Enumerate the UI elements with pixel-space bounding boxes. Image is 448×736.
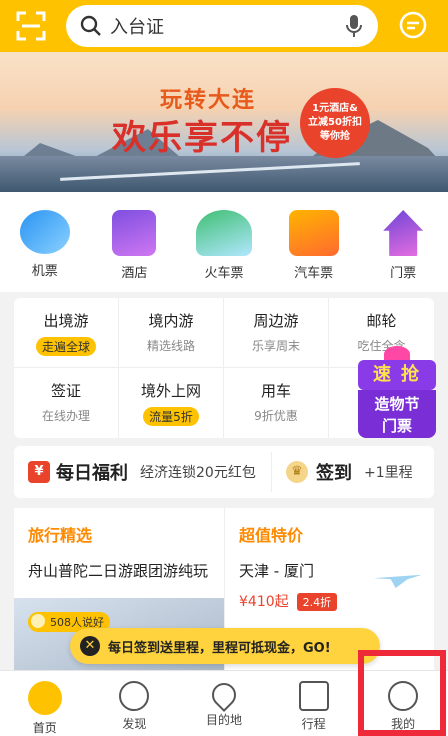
banner-city [0, 156, 448, 192]
grid-item-title: 境外上网 [140, 382, 201, 400]
category-label: 汽车票 [294, 266, 334, 281]
welfare-title: 每日福利 [56, 463, 128, 484]
card-heading: 超值特价 [239, 526, 304, 545]
top-bar: 入台证 [0, 0, 448, 52]
deal-price-row: ¥410起 2.4折 [239, 591, 434, 611]
daily-bar: ¥ 每日福利 经济连锁20元红包 ♛ 签到 +1里程 [14, 446, 434, 498]
category-row: 机票 酒店 火车票 汽车票 门票 [0, 192, 448, 292]
location-pin-icon [207, 678, 241, 712]
category-buses[interactable]: 汽车票 [274, 210, 354, 292]
floating-promo-body: 造物节 门票 [358, 390, 436, 438]
tab-label: 目的地 [205, 713, 242, 727]
category-trains[interactable]: 火车票 [184, 210, 264, 292]
sign-in-toast[interactable]: ✕ 每日签到送里程，里程可抵现金，GO! [70, 628, 380, 664]
card-desc: 舟山普陀二日游跟团游纯玩 [28, 562, 209, 580]
plane-icon [19, 210, 70, 254]
floating-promo-line: 门票 [381, 417, 412, 435]
promo-line: 1元酒店& [312, 103, 358, 114]
deal-price: ¥410起 [239, 594, 289, 610]
grid-item-sub: 乐享周末 [251, 339, 300, 353]
grid-item-domestic[interactable]: 境内游 精选线路 [119, 298, 224, 368]
tab-mine[interactable]: 我的 [358, 671, 448, 736]
hotel-icon [112, 210, 157, 256]
user-icon [388, 681, 419, 711]
toast-text: 每日签到送里程，里程可抵现金，GO! [108, 640, 331, 656]
daily-welfare[interactable]: ¥ 每日福利 经济连锁20元红包 [14, 452, 272, 492]
tab-home[interactable]: 首页 [0, 671, 90, 736]
promo-line: 等你抢 [320, 131, 350, 142]
daily-sign-in[interactable]: ♛ 签到 +1里程 [272, 459, 413, 485]
category-label: 机票 [31, 264, 58, 279]
grid-item-title: 出境游 [43, 312, 89, 330]
banner-promo-badge: 1元酒店& 立减50折扣 等你抢 [300, 88, 370, 158]
search-placeholder: 入台证 [110, 17, 164, 38]
tab-label: 首页 [32, 721, 57, 735]
grid-item-title: 签证 [50, 382, 81, 400]
promo-banner[interactable]: 玩转大连 欢乐享不停 1元酒店& 立减50折扣 等你抢 [0, 52, 448, 192]
grid-item-car[interactable]: 用车 9折优惠 [224, 368, 329, 438]
grid-item-outbound[interactable]: 出境游 走遍全球 [14, 298, 119, 368]
ticket-icon [383, 210, 424, 256]
category-tickets[interactable]: 门票 [363, 210, 443, 292]
tab-destination[interactable]: 目的地 [179, 671, 269, 736]
scan-icon[interactable] [16, 11, 46, 41]
grid-item-tag: 流量5折 [143, 407, 199, 426]
category-label: 酒店 [121, 266, 148, 281]
promo-line: 立减50折扣 [308, 117, 362, 128]
luggage-icon [298, 681, 329, 711]
eye-icon [119, 681, 150, 711]
tab-itinerary[interactable]: 行程 [269, 671, 359, 736]
category-label: 火车票 [204, 266, 244, 281]
category-hotels[interactable]: 酒店 [94, 210, 174, 292]
train-icon [195, 210, 252, 256]
crown-icon: ♛ [286, 461, 308, 483]
grid-item-tag: 走遍全球 [35, 337, 96, 356]
floating-promo-top: 速抢 [358, 360, 436, 390]
floating-promo[interactable]: 速抢 造物节 门票 [358, 346, 436, 438]
tab-label: 行程 [301, 717, 326, 731]
grid-item-title: 用车 [260, 382, 291, 400]
floating-promo-line: 造物节 [374, 395, 420, 413]
grid-item-title: 周边游 [253, 312, 299, 330]
grid-item-sub: 精选线路 [146, 339, 195, 353]
grid-item-sub: 在线办理 [41, 409, 90, 423]
message-icon[interactable] [398, 11, 428, 41]
tab-discover[interactable]: 发现 [90, 671, 180, 736]
close-icon[interactable]: ✕ [80, 636, 100, 656]
banner-title-big: 欢乐享不停 [112, 118, 292, 158]
deal-discount: 2.4折 [296, 593, 338, 611]
microphone-icon[interactable] [344, 14, 364, 38]
yen-icon: ¥ [28, 461, 50, 483]
grid-item-sub: 9折优惠 [254, 409, 298, 423]
category-label: 门票 [390, 266, 417, 281]
grid-item-visa[interactable]: 签证 在线办理 [14, 368, 119, 438]
card-heading: 旅行精选 [28, 526, 93, 545]
bottom-tab-bar: 首页 发现 目的地 行程 我的 [0, 670, 448, 736]
sign-title: 签到 [316, 463, 352, 484]
grid-item-roaming[interactable]: 境外上网 流量5折 [119, 368, 224, 438]
home-icon [27, 681, 62, 715]
bus-icon [288, 210, 339, 256]
search-icon [80, 15, 101, 36]
welfare-desc: 经济连锁20元红包 [140, 465, 256, 481]
tab-label: 发现 [122, 717, 147, 731]
category-flights[interactable]: 机票 [5, 210, 85, 292]
grid-item-title: 境内游 [148, 312, 194, 330]
grid-item-nearby[interactable]: 周边游 乐享周末 [224, 298, 329, 368]
sign-desc: +1里程 [364, 465, 413, 481]
grid-item-title: 邮轮 [366, 312, 397, 330]
search-input[interactable]: 入台证 [66, 5, 378, 47]
tab-label: 我的 [391, 717, 416, 731]
